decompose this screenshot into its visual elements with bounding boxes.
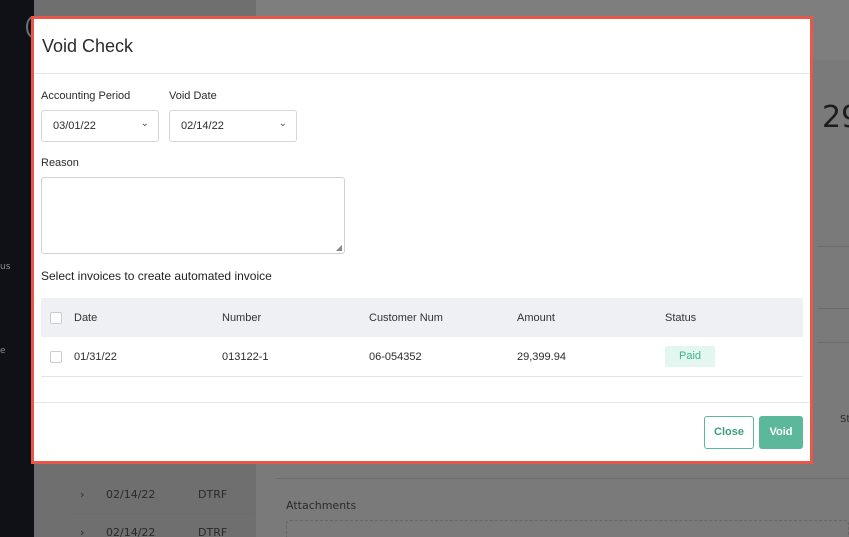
invoice-customer-num: 06-054352 xyxy=(369,351,422,363)
row-type: DTRF xyxy=(198,488,228,501)
row-type: DTRF xyxy=(198,526,228,537)
divider xyxy=(818,342,849,343)
attachments-dropzone[interactable] xyxy=(286,520,849,537)
accounting-period-value: 03/01/22 xyxy=(53,120,96,132)
invoice-number: 013122-1 xyxy=(222,351,269,363)
app-sidebar: us e xyxy=(0,0,40,537)
column-header-number: Number xyxy=(222,312,262,324)
chevron-down-icon: ⌄ xyxy=(140,118,149,129)
accounting-period-label: Accounting Period xyxy=(41,90,131,102)
modal-title: Void Check xyxy=(42,36,134,56)
divider xyxy=(68,513,254,514)
divider xyxy=(818,308,849,309)
row-date: 02/14/22 xyxy=(106,526,156,537)
row-date: 02/14/22 xyxy=(106,488,156,501)
row-checkbox[interactable] xyxy=(50,351,62,363)
footer-divider xyxy=(34,402,810,403)
status-badge: Paid xyxy=(665,346,715,367)
reason-label: Reason xyxy=(41,157,79,169)
column-header-amount: Amount xyxy=(517,312,555,324)
invoices-section-title: Select invoices to create automated invo… xyxy=(41,269,272,283)
void-date-select[interactable]: 02/14/22 ⌄ xyxy=(169,110,297,142)
background-status-header: St xyxy=(840,414,849,425)
sidebar-item-fragment[interactable]: e xyxy=(0,346,6,356)
void-date-value: 02/14/22 xyxy=(181,120,224,132)
void-button[interactable]: Void xyxy=(759,416,803,449)
close-button[interactable]: Close xyxy=(704,416,754,449)
column-header-status: Status xyxy=(665,312,697,324)
chevron-down-icon: ⌄ xyxy=(278,118,287,129)
chevron-right-icon[interactable]: › xyxy=(80,526,84,537)
column-header-date: Date xyxy=(74,312,98,324)
header-divider xyxy=(34,73,810,74)
invoice-date: 01/31/22 xyxy=(74,351,117,363)
attachments-label: Attachments xyxy=(286,499,357,512)
table-row[interactable]: 01/31/22 013122-1 06-054352 29,399.94 Pa… xyxy=(41,337,803,377)
divider xyxy=(818,246,849,247)
divider xyxy=(276,478,849,479)
chevron-right-icon[interactable]: › xyxy=(80,488,84,501)
reason-textarea[interactable]: ◢ xyxy=(41,177,345,254)
void-date-label: Void Date xyxy=(169,90,217,102)
column-header-customer-num: Customer Num xyxy=(369,312,443,324)
void-check-modal: Void Check Accounting Period 03/01/22 ⌄ … xyxy=(31,16,813,464)
invoice-amount: 29,399.94 xyxy=(517,351,566,363)
table-header: Date Number Customer Num Amount Status xyxy=(41,298,803,337)
background-total-value: 29 xyxy=(822,100,849,135)
sidebar-item-fragment[interactable]: us xyxy=(0,262,10,272)
resize-grip-icon[interactable]: ◢ xyxy=(336,243,342,252)
select-all-checkbox[interactable] xyxy=(50,312,62,324)
accounting-period-select[interactable]: 03/01/22 ⌄ xyxy=(41,110,159,142)
